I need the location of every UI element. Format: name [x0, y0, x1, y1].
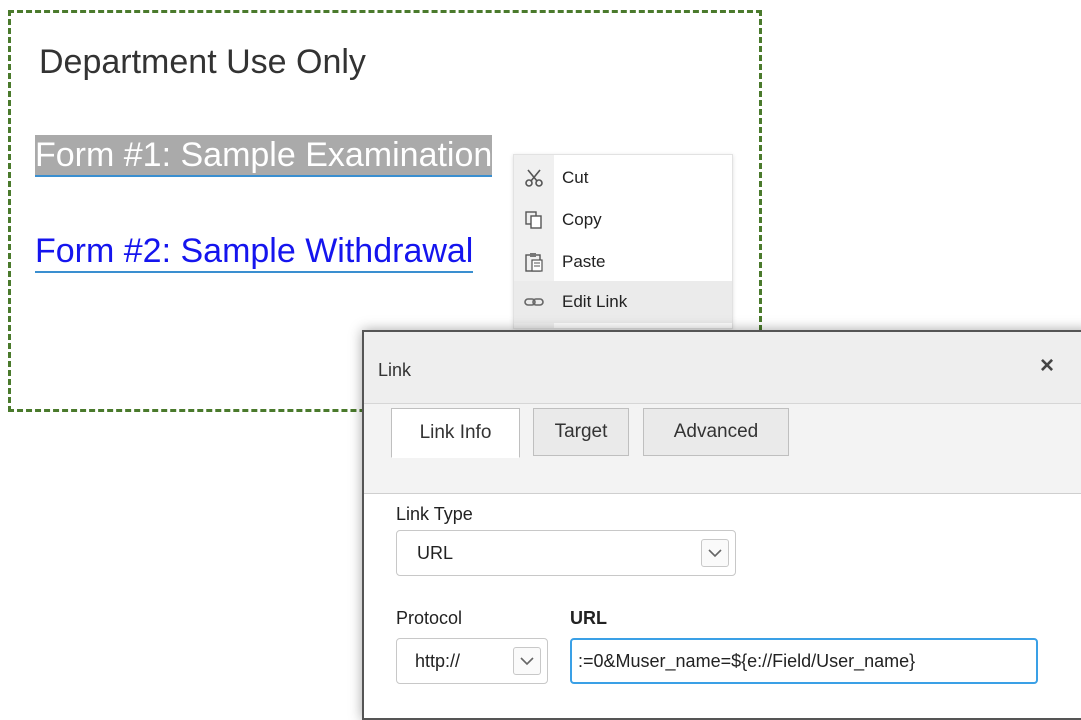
- tab-advanced[interactable]: Advanced: [643, 408, 789, 456]
- dialog-titlebar[interactable]: Link ×: [364, 332, 1081, 404]
- menu-item-cut[interactable]: Cut: [514, 157, 732, 199]
- menu-item-copy[interactable]: Copy: [514, 199, 732, 241]
- menu-item-label: Paste: [562, 252, 606, 271]
- menu-item-label: Edit Link: [562, 292, 628, 311]
- link-dialog: Link × Link Info Target Advanced Link Ty…: [362, 330, 1081, 720]
- link-type-select[interactable]: URL: [396, 530, 736, 576]
- form-2-link[interactable]: Form #2: Sample Withdrawal: [35, 231, 474, 273]
- protocol-value: http://: [415, 651, 461, 671]
- close-icon[interactable]: ×: [1040, 352, 1054, 380]
- chevron-down-icon[interactable]: [513, 647, 541, 675]
- context-menu: Cut Copy Paste Edit Link: [513, 154, 733, 329]
- department-heading: Department Use Only: [39, 43, 366, 81]
- menu-item-label: Copy: [562, 210, 602, 229]
- url-input[interactable]: [570, 638, 1038, 684]
- scissors-icon: [514, 157, 554, 199]
- tab-link-info[interactable]: Link Info: [391, 408, 520, 458]
- chevron-down-icon[interactable]: [701, 539, 729, 567]
- url-label: URL: [570, 608, 607, 628]
- protocol-label: Protocol: [396, 608, 463, 628]
- tab-target[interactable]: Target: [533, 408, 629, 456]
- menu-item-edit-link[interactable]: Edit Link: [514, 281, 732, 323]
- copy-icon: [514, 199, 554, 241]
- link-icon: [514, 281, 554, 323]
- menu-item-label: Cut: [562, 168, 589, 187]
- form-1-link[interactable]: Form #1: Sample Examination: [35, 135, 493, 177]
- protocol-select[interactable]: http://: [396, 638, 548, 684]
- link-type-label: Link Type: [396, 504, 473, 524]
- dialog-tabs: Link Info Target Advanced: [364, 404, 1081, 494]
- menu-item-paste[interactable]: Paste: [514, 241, 732, 283]
- paste-icon: [514, 241, 554, 283]
- link-type-value: URL: [417, 543, 454, 563]
- dialog-title: Link: [378, 360, 412, 380]
